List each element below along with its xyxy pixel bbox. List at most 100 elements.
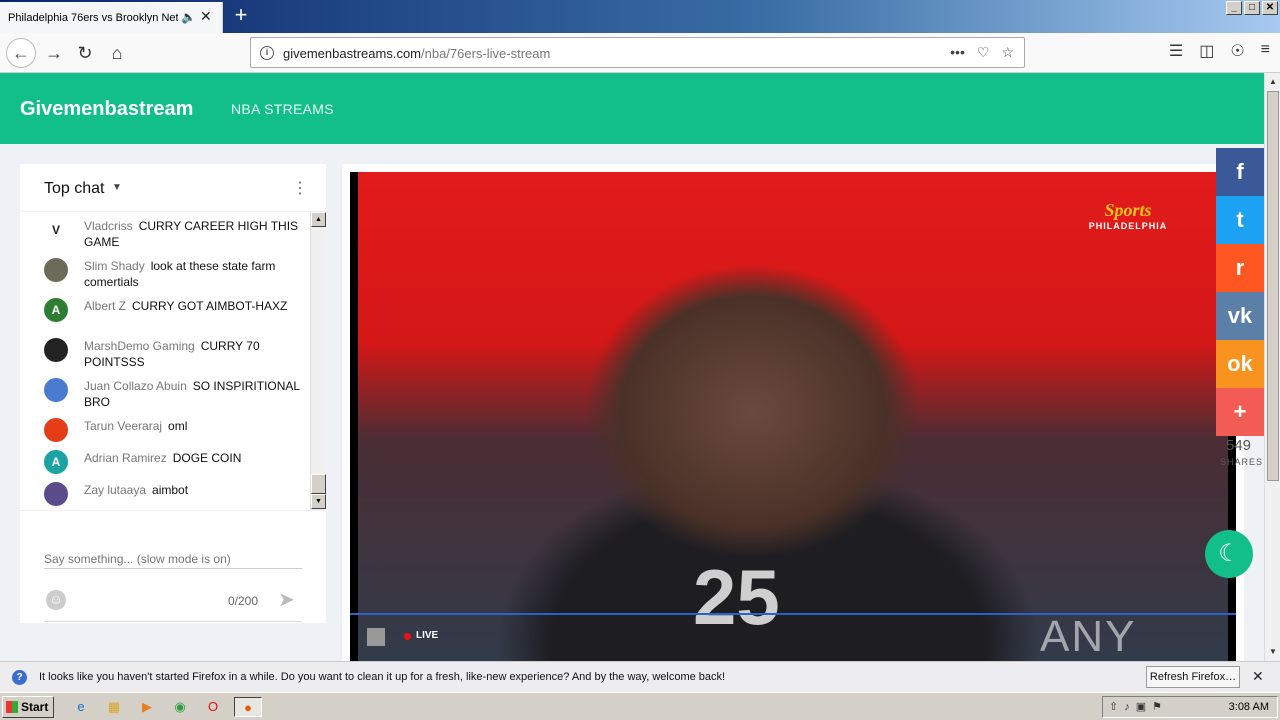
more-options-icon[interactable]: ⋮ (292, 178, 308, 198)
explorer-folder-icon[interactable]: ▦ (103, 697, 125, 717)
share-sidebar: f t r vk ok + (1216, 148, 1264, 436)
message-author[interactable]: MarshDemo Gaming (84, 339, 195, 353)
media-player-icon[interactable]: ▶ (136, 697, 158, 717)
firefox-icon[interactable]: ● (234, 697, 262, 717)
odnoklassniki-share-button[interactable]: ok (1216, 340, 1264, 388)
chat-message: Tarun Veeraraj oml (44, 418, 304, 442)
page-actions-icon[interactable]: ••• (950, 44, 965, 61)
browser-tab-bar: Philadelphia 76ers vs Brooklyn Nets 🔈 ✕ … (0, 0, 1280, 33)
twitter-share-button[interactable]: t (1216, 196, 1264, 244)
message-content: Zay lutaaya aimbot (84, 482, 188, 506)
close-window-button[interactable]: ✕ (1262, 1, 1278, 15)
vk-share-button[interactable]: vk (1216, 292, 1264, 340)
live-indicator-dot (404, 633, 411, 640)
avatar[interactable] (44, 338, 68, 362)
chat-title[interactable]: Top chat (44, 180, 104, 198)
new-tab-button[interactable]: + (229, 4, 253, 28)
message-author[interactable]: Juan Collazo Abuin (84, 379, 187, 393)
clock: 3:08 AM (1228, 701, 1269, 713)
chat-message: Slim Shady look at these state farm comer… (44, 258, 304, 290)
chat-message-input[interactable] (44, 549, 302, 569)
scroll-thumb[interactable] (1267, 91, 1279, 481)
start-button[interactable]: Start (2, 696, 54, 718)
library-icon[interactable]: ☰ (1169, 41, 1183, 61)
video-card: 25 Sports PHILADELPHIA LIVE ANY RUN (342, 164, 1244, 661)
message-content: Adrian Ramirez DOGE COIN (84, 450, 241, 474)
account-icon[interactable]: ☉ (1230, 41, 1244, 61)
navigation-toolbar: ← → ↻ ⌂ i givemenbastreams.com/nba/76ers… (0, 33, 1280, 73)
message-text: aimbot (152, 483, 189, 497)
chat-message: Zay lutaaya aimbot (44, 482, 304, 506)
pocket-icon[interactable]: ♡ (977, 44, 990, 61)
help-icon: ? (12, 670, 27, 685)
start-label: Start (21, 700, 49, 714)
avatar[interactable]: V (44, 218, 68, 242)
menu-icon[interactable]: ≡ (1261, 41, 1270, 61)
avatar[interactable] (44, 258, 68, 282)
chat-scrollbar[interactable]: ▲ ▼ (310, 212, 326, 510)
url-actions: ••• ♡ ☆ (950, 44, 1014, 61)
info-icon[interactable]: i (260, 46, 274, 60)
windows-logo-icon (6, 701, 18, 713)
live-label: LIVE (416, 630, 439, 641)
scroll-thumb[interactable] (311, 474, 326, 494)
nav-link-nba-streams[interactable]: NBA STREAMS (231, 101, 334, 117)
page-scrollbar[interactable]: ▲ ▼ (1264, 73, 1280, 661)
chat-message: MarshDemo Gaming CURRY 70 POINTSSS (44, 338, 304, 370)
browser-tab[interactable]: Philadelphia 76ers vs Brooklyn Nets 🔈 ✕ (0, 2, 223, 33)
url-text[interactable]: givemenbastreams.com/nba/76ers-live-stre… (283, 46, 550, 61)
chat-message-list: V Vladcriss CURRY CAREER HIGH THIS GAME Sli… (20, 212, 310, 510)
logo-text-city: PHILADELPHIA (1088, 221, 1168, 231)
dark-mode-moon-icon[interactable]: ☾ (1205, 530, 1253, 578)
avatar[interactable] (44, 418, 68, 442)
message-author[interactable]: Albert Z (84, 299, 126, 313)
video-player[interactable]: 25 Sports PHILADELPHIA LIVE ANY RUN (350, 172, 1236, 661)
avatar[interactable] (44, 482, 68, 506)
sidebar-icon[interactable]: ◫ (1199, 41, 1214, 61)
chrome-icon[interactable]: ◉ (169, 697, 191, 717)
reload-button[interactable]: ↻ (73, 41, 97, 65)
close-icon[interactable]: ✕ (1252, 668, 1264, 685)
emoji-icon[interactable]: ☺ (46, 590, 66, 610)
home-button[interactable]: ⌂ (105, 41, 129, 65)
windows-taskbar: Start e ▦ ▶ ◉ O ● ⇧♪▣⚑ 3:08 AM (0, 692, 1280, 720)
refresh-firefox-button[interactable]: Refresh Firefox… (1146, 666, 1240, 688)
firefox-notification-bar: ? It looks like you haven't started Fire… (0, 661, 1280, 692)
scroll-up-arrow[interactable]: ▲ (1266, 75, 1280, 89)
send-icon[interactable]: ➤ (278, 587, 295, 612)
avatar[interactable] (44, 378, 68, 402)
scroll-up-arrow[interactable]: ▲ (311, 212, 326, 227)
ie-icon[interactable]: e (70, 697, 92, 717)
message-author[interactable]: Vladcriss (84, 219, 133, 233)
opera-icon[interactable]: O (202, 697, 224, 717)
close-tab-icon[interactable]: ✕ (200, 8, 212, 25)
avatar[interactable]: A (44, 298, 68, 322)
avatar[interactable]: A (44, 450, 68, 474)
message-author[interactable]: Zay lutaaya (84, 483, 146, 497)
site-logo[interactable]: Givemenbastream (20, 98, 193, 121)
scroll-down-arrow[interactable]: ▼ (1266, 645, 1280, 659)
message-author[interactable]: Slim Shady (84, 259, 145, 273)
message-content: Albert Z CURRY GOT AIMBOT-HAXZ (84, 298, 287, 322)
speaker-icon[interactable]: 🔈 (181, 10, 196, 24)
more-share-button[interactable]: + (1216, 388, 1264, 436)
back-button[interactable]: ← (6, 38, 36, 68)
facebook-share-button[interactable]: f (1216, 148, 1264, 196)
site-header: Givemenbastream NBA STREAMS (0, 73, 1264, 144)
scroll-down-arrow[interactable]: ▼ (311, 494, 326, 509)
tray-icons[interactable]: ⇧♪▣⚑ (1109, 700, 1168, 713)
nbc-sports-logo: Sports PHILADELPHIA (1078, 200, 1178, 231)
restore-button[interactable]: □ (1244, 1, 1260, 15)
anyrun-watermark: ANY RUN (1040, 612, 1136, 661)
message-content: Slim Shady look at these state farm comer… (84, 258, 304, 290)
reddit-share-button[interactable]: r (1216, 244, 1264, 292)
address-bar[interactable]: i givemenbastreams.com/nba/76ers-live-st… (250, 37, 1025, 68)
message-author[interactable]: Adrian Ramirez (84, 451, 167, 465)
bookmark-star-icon[interactable]: ☆ (1001, 44, 1014, 61)
minimize-button[interactable]: _ (1226, 1, 1242, 15)
forward-button[interactable]: → (42, 41, 66, 65)
tab-title: Philadelphia 76ers vs Brooklyn Nets (8, 11, 178, 24)
message-author[interactable]: Tarun Veeraraj (84, 419, 162, 433)
stop-button[interactable] (367, 628, 385, 646)
chevron-down-icon[interactable]: ▼ (112, 182, 122, 193)
